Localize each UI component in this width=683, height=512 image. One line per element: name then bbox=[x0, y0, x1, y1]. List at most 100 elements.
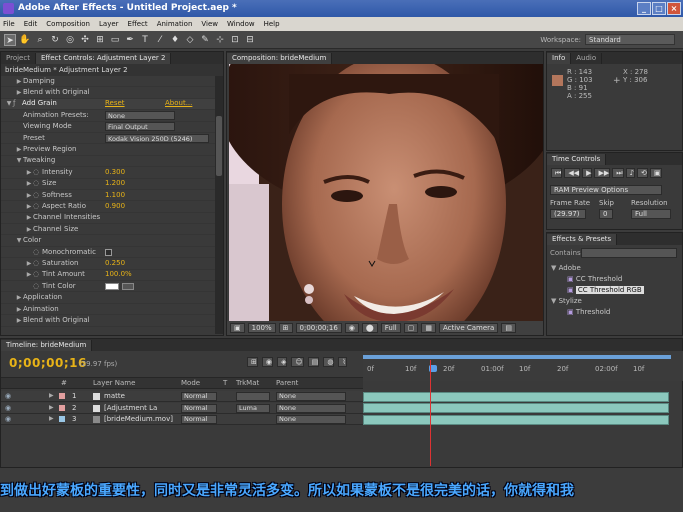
effect-property-row[interactable]: Viewing Mode Final Output bbox=[1, 122, 223, 133]
scrollbar-thumb[interactable] bbox=[216, 116, 222, 176]
stopwatch-icon[interactable]: ◌ bbox=[33, 258, 42, 269]
menu-window[interactable]: Window bbox=[227, 20, 255, 28]
property-value[interactable]: 1.100 bbox=[105, 190, 125, 201]
parent-select[interactable]: None bbox=[276, 415, 346, 424]
effect-controls-scrollbar[interactable] bbox=[215, 76, 223, 334]
property-select[interactable]: None bbox=[105, 110, 175, 120]
layer-duration-bar[interactable] bbox=[363, 391, 669, 402]
effect-property-row[interactable]: ▼ Tweaking bbox=[1, 155, 223, 168]
ram-preview-options-select[interactable]: RAM Preview Options bbox=[550, 185, 662, 195]
twirl-closed-icon[interactable]: ▶ bbox=[25, 224, 33, 235]
track-xy-camera-icon[interactable]: ✣ bbox=[79, 34, 91, 46]
graph-editor-icon[interactable]: ⌇ bbox=[338, 357, 347, 367]
menu-help[interactable]: Help bbox=[264, 20, 280, 28]
first-frame-icon[interactable]: ⏮ bbox=[551, 168, 563, 178]
twirl-open-icon[interactable]: ▼ bbox=[15, 155, 23, 166]
effect-property-row[interactable]: ▶ ◌ Tint Amount 100.0% bbox=[1, 270, 223, 282]
puppet-tool-icon[interactable]: ✎ bbox=[199, 34, 211, 46]
stopwatch-icon[interactable]: ◌ bbox=[33, 190, 42, 201]
hide-shy-icon[interactable]: ☺ bbox=[291, 357, 304, 367]
frame-blending-icon[interactable]: ▤ bbox=[307, 357, 320, 367]
tab-effects-presets[interactable]: Effects & Presets bbox=[547, 234, 618, 245]
col-parent[interactable]: Parent bbox=[276, 379, 298, 387]
effect-category[interactable]: ▼ Stylize bbox=[547, 296, 682, 307]
audio-icon[interactable]: ♪ bbox=[625, 168, 636, 178]
previous-frame-icon[interactable]: ◀◀ bbox=[564, 168, 581, 178]
tab-audio[interactable]: Audio bbox=[571, 53, 603, 64]
stopwatch-icon[interactable]: ◌ bbox=[33, 167, 42, 178]
layer-twirl-icon[interactable]: ▶ bbox=[49, 392, 54, 399]
twirl-closed-icon[interactable]: ▶ bbox=[15, 87, 23, 98]
twirl-closed-icon[interactable]: ▶ bbox=[15, 292, 23, 303]
effect-property-row[interactable]: ▶ Channel Size bbox=[1, 224, 223, 236]
menu-edit[interactable]: Edit bbox=[24, 20, 38, 28]
layer-label-color[interactable] bbox=[59, 404, 65, 411]
transparency-grid-icon[interactable]: ▦ bbox=[421, 323, 436, 333]
effect-property-row[interactable]: ▶ Blend with Original bbox=[1, 87, 223, 99]
property-value[interactable]: 0.300 bbox=[105, 167, 125, 178]
pen-tool-icon[interactable]: ✒ bbox=[124, 34, 136, 46]
blend-mode-select[interactable]: Normal bbox=[181, 392, 217, 401]
skip-select[interactable]: 0 bbox=[599, 209, 613, 219]
effect-item[interactable]: ▣ Threshold bbox=[547, 307, 682, 318]
current-time-display[interactable]: 0;00;00;16 bbox=[295, 323, 342, 333]
layer-twirl-icon[interactable]: ▶ bbox=[49, 404, 54, 411]
frame-rate-select[interactable]: (29.97) bbox=[550, 209, 586, 219]
draft-3d-icon[interactable]: ◈ bbox=[276, 357, 288, 367]
twirl-closed-icon[interactable]: ▶ bbox=[25, 258, 33, 269]
layer-name[interactable]: [Adjustment La bbox=[104, 404, 157, 412]
track-matte-select[interactable]: Luma bbox=[236, 403, 270, 413]
orbit-camera-icon[interactable]: ◎ bbox=[64, 34, 76, 46]
twirl-open-icon[interactable]: ▼ bbox=[5, 98, 13, 109]
resolution-select[interactable]: Full bbox=[380, 323, 401, 333]
effects-search-input[interactable] bbox=[581, 248, 677, 258]
stopwatch-icon[interactable]: ◌ bbox=[33, 247, 42, 258]
twirl-closed-icon[interactable]: ▶ bbox=[25, 167, 33, 178]
menu-composition[interactable]: Composition bbox=[46, 20, 90, 28]
always-preview-icon[interactable]: ▣ bbox=[230, 323, 245, 333]
text-tool-icon[interactable]: T bbox=[139, 34, 151, 46]
effect-property-row[interactable]: ▶ Application bbox=[1, 292, 223, 304]
live-update-icon[interactable]: ◉ bbox=[261, 357, 273, 367]
blend-mode-select[interactable]: Normal bbox=[181, 403, 217, 413]
layer-duration-bar[interactable] bbox=[363, 403, 669, 413]
effect-property-row[interactable]: ▶ ◌ Saturation 0.250 bbox=[1, 258, 223, 270]
hand-tool-icon[interactable]: ✋ bbox=[19, 34, 31, 46]
effect-property-row[interactable]: ▶ Animation bbox=[1, 304, 223, 316]
effect-property-row[interactable]: Preset Kodak Vision 250D (5246) bbox=[1, 133, 223, 145]
parent-select[interactable]: None bbox=[276, 392, 346, 401]
effect-item[interactable]: ▣ CC Threshold RGB bbox=[547, 285, 682, 296]
camera-view-select[interactable]: Active Camera bbox=[438, 323, 499, 333]
property-value[interactable]: 0.900 bbox=[105, 201, 125, 212]
effect-property-row[interactable]: ▶ Preview Region bbox=[1, 144, 223, 156]
layer-label-color[interactable] bbox=[59, 393, 65, 399]
stopwatch-icon[interactable]: ◌ bbox=[33, 281, 42, 292]
ram-preview-icon[interactable]: ▣ bbox=[649, 168, 662, 178]
view-axis-icon[interactable]: ⊟ bbox=[244, 34, 256, 46]
preview-resolution-select[interactable]: Full bbox=[631, 209, 671, 219]
effect-property-row[interactable]: ◌ Monochromatic bbox=[1, 247, 223, 259]
layer-twirl-icon[interactable]: ▶ bbox=[49, 415, 54, 422]
magnification-select[interactable]: 100% bbox=[247, 323, 276, 333]
timeline-current-time[interactable]: 0;00;00;16 bbox=[9, 356, 87, 370]
twirl-open-icon[interactable]: ▼ bbox=[15, 235, 23, 246]
eyedropper-icon[interactable] bbox=[122, 282, 134, 290]
menu-animation[interactable]: Animation bbox=[157, 20, 193, 28]
tint-color-swatch[interactable] bbox=[105, 282, 119, 290]
effect-property-row[interactable]: ▶ Channel Intensities bbox=[1, 213, 223, 225]
composition-viewer[interactable] bbox=[229, 64, 543, 322]
property-value[interactable]: 0.250 bbox=[105, 258, 125, 269]
tab-project[interactable]: Project bbox=[1, 53, 36, 64]
effect-property-row[interactable]: ▶ ◌ Intensity 0.300 bbox=[1, 167, 223, 179]
menu-view[interactable]: View bbox=[201, 20, 218, 28]
effect-item[interactable]: ▣ CC Threshold bbox=[547, 274, 682, 285]
menu-layer[interactable]: Layer bbox=[99, 20, 119, 28]
selection-tool-icon[interactable]: ➤ bbox=[4, 33, 16, 46]
twirl-closed-icon[interactable]: ▶ bbox=[25, 178, 33, 189]
property-select[interactable]: Final Output bbox=[105, 122, 175, 132]
rectangle-mask-icon[interactable]: ▭ bbox=[109, 34, 121, 46]
timeline-layer-row[interactable]: ◉ ▶ 3 [brideMedium.mov] Normal None bbox=[1, 414, 363, 425]
eraser-tool-icon[interactable]: ◇ bbox=[184, 34, 196, 46]
brush-tool-icon[interactable]: ⁄ bbox=[154, 34, 166, 46]
region-of-interest-icon[interactable]: ▢ bbox=[403, 323, 419, 333]
